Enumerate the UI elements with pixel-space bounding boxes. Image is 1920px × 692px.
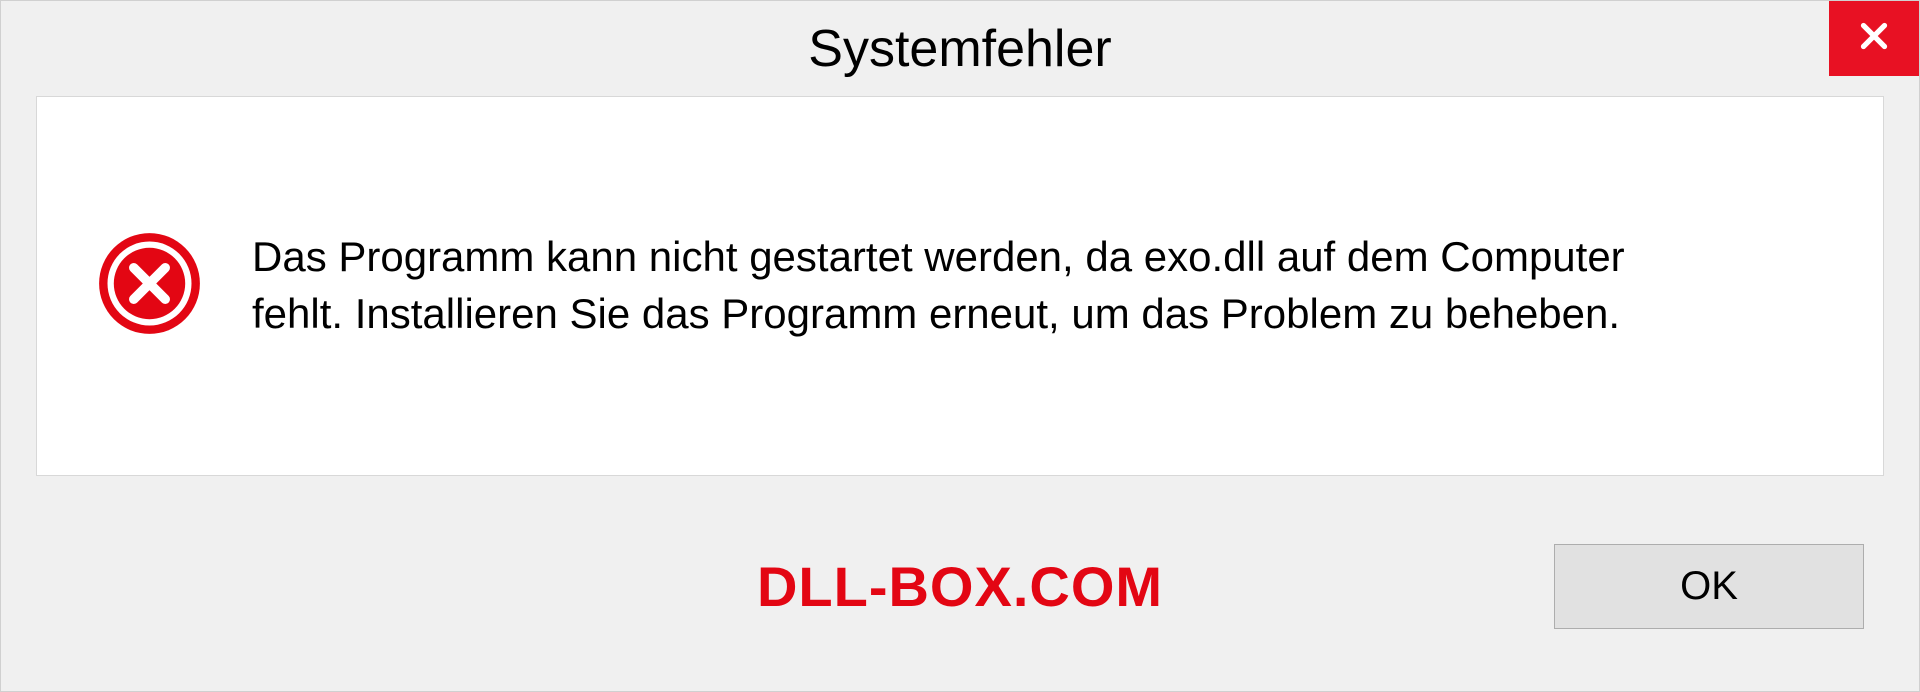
dialog-title: Systemfehler	[808, 19, 1111, 79]
error-dialog: Systemfehler Das Programm kann nicht ges…	[0, 0, 1920, 692]
close-button[interactable]	[1829, 1, 1919, 76]
error-icon	[97, 231, 202, 341]
close-icon	[1856, 18, 1892, 59]
ok-button[interactable]: OK	[1554, 544, 1864, 629]
watermark-text: DLL-BOX.COM	[757, 554, 1163, 619]
content-panel: Das Programm kann nicht gestartet werden…	[36, 96, 1884, 476]
title-bar: Systemfehler	[1, 1, 1919, 96]
error-message: Das Programm kann nicht gestartet werden…	[252, 229, 1823, 342]
dialog-footer: DLL-BOX.COM OK	[1, 511, 1919, 691]
